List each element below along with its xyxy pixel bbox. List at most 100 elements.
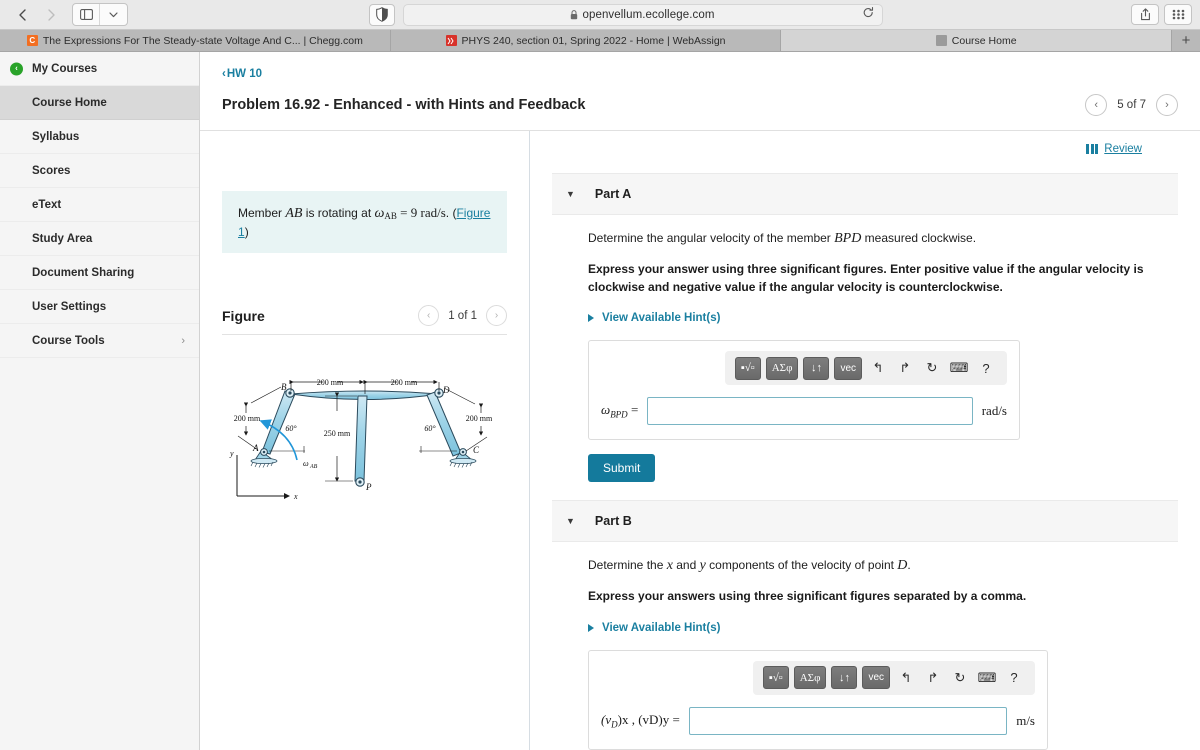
part-a-title: Part A bbox=[594, 187, 632, 201]
part-a-hints-toggle[interactable]: View Available Hint(s) bbox=[588, 312, 720, 324]
greek-symbols-button[interactable]: ΑΣφ bbox=[793, 666, 827, 690]
chevron-down-icon[interactable] bbox=[100, 4, 127, 25]
sidebar-item-etext[interactable]: eText bbox=[0, 188, 199, 222]
sidebar-item-course-home[interactable]: Course Home bbox=[0, 86, 199, 120]
figure-pager: ‹ 1 of 1 › bbox=[418, 305, 507, 327]
angle-left: 60° bbox=[285, 424, 297, 433]
question-symbol: BPD bbox=[834, 231, 862, 246]
sidebar-item-study-area[interactable]: Study Area bbox=[0, 222, 199, 256]
reset-button[interactable]: ↻ bbox=[921, 357, 943, 379]
omega-subscript: BPD bbox=[610, 409, 628, 420]
dim-top-right: 200 mm bbox=[390, 378, 417, 387]
math-template-button[interactable]: ▪√▫ bbox=[734, 356, 761, 380]
part-a-answer-input[interactable] bbox=[647, 397, 973, 426]
next-figure-button[interactable]: › bbox=[486, 305, 507, 327]
content-columns: Member AB is rotating at ωAB = 9 rad/s. … bbox=[200, 131, 1200, 750]
help-button[interactable]: ? bbox=[1003, 667, 1025, 689]
omega-ab-subscript: AB bbox=[309, 464, 318, 470]
share-icon[interactable] bbox=[1131, 4, 1159, 25]
page-title: Problem 16.92 - Enhanced - with Hints an… bbox=[222, 97, 586, 113]
greek-symbols-button[interactable]: ΑΣφ bbox=[765, 356, 799, 380]
keyboard-button[interactable]: ⌨ bbox=[948, 357, 970, 379]
angle-right: 60° bbox=[424, 424, 436, 433]
question-symbol-d: D bbox=[897, 558, 908, 574]
collapse-caret-icon[interactable]: ▼ bbox=[566, 189, 575, 199]
sidebar-item-label: Scores bbox=[32, 164, 71, 177]
undo-button[interactable]: ↰ bbox=[895, 667, 917, 689]
expand-triangle-icon bbox=[588, 314, 594, 323]
reset-button[interactable]: ↻ bbox=[949, 667, 971, 689]
tab-overview-icon[interactable] bbox=[1164, 4, 1192, 25]
keyboard-button[interactable]: ⌨ bbox=[976, 667, 998, 689]
breadcrumb-bar: ‹ HW 10 bbox=[200, 52, 1200, 82]
problem-statement: Member AB is rotating at ωAB = 9 rad/s. … bbox=[222, 191, 507, 254]
sidebar-item-label: Syllabus bbox=[32, 130, 80, 143]
sort-order-button[interactable]: ↓↑ bbox=[831, 666, 858, 690]
prev-figure-button[interactable]: ‹ bbox=[418, 305, 440, 327]
tab-title: PHYS 240, section 01, Spring 2022 - Home… bbox=[461, 34, 726, 47]
sidebar-toggle-icon[interactable] bbox=[73, 4, 100, 25]
sort-order-button[interactable]: ↓↑ bbox=[803, 356, 830, 380]
part-a-submit-button[interactable]: Submit bbox=[588, 454, 656, 483]
sidebar-item-label: Study Area bbox=[32, 232, 93, 245]
omega-symbol: ω bbox=[374, 206, 385, 221]
address-bar[interactable]: openvellum.ecollege.com bbox=[402, 3, 883, 26]
vector-button[interactable]: vec bbox=[862, 666, 890, 690]
hints-label: View Available Hint(s) bbox=[602, 621, 721, 634]
browser-tab-chegg[interactable]: C The Expressions For The Steady-state V… bbox=[0, 30, 391, 51]
problem-text-mid: is rotating at bbox=[302, 206, 375, 220]
browser-tab-webassign[interactable]: PHYS 240, section 01, Spring 2022 - Home… bbox=[390, 30, 782, 51]
part-a-math-toolbar: ▪√▫ ΑΣφ ↓↑ vec ↰ ↱ ↻ ⌨ ? bbox=[724, 351, 1007, 386]
review-link[interactable]: Review bbox=[1086, 143, 1142, 155]
collapse-caret-icon[interactable]: ▼ bbox=[566, 516, 575, 526]
help-button[interactable]: ? bbox=[975, 357, 997, 379]
dim-right-arm: 200 mm bbox=[465, 414, 492, 423]
part-a-header[interactable]: ▼ Part A bbox=[552, 173, 1178, 215]
privacy-shield-icon[interactable] bbox=[368, 3, 395, 26]
prev-problem-button[interactable]: ‹ bbox=[1085, 94, 1108, 116]
question-lead: Determine the bbox=[588, 558, 667, 573]
nav-buttons bbox=[8, 4, 66, 25]
hints-label: View Available Hint(s) bbox=[602, 312, 721, 325]
sidebar-item-my-courses[interactable]: ‹ My Courses bbox=[0, 52, 199, 86]
breadcrumb-hw-link[interactable]: ‹ HW 10 bbox=[222, 68, 262, 80]
answer-right-column: Review ▼ Part A Determine the angular ve… bbox=[530, 131, 1200, 750]
browser-tab-course-home[interactable]: Course Home bbox=[781, 30, 1173, 51]
undo-button[interactable]: ↰ bbox=[867, 357, 889, 379]
redo-button[interactable]: ↱ bbox=[922, 667, 944, 689]
part-b-hints-toggle[interactable]: View Available Hint(s) bbox=[588, 622, 720, 634]
sidebar-item-course-tools[interactable]: Course Tools › bbox=[0, 324, 199, 358]
sidebar-item-user-settings[interactable]: User Settings bbox=[0, 290, 199, 324]
back-circle-icon: ‹ bbox=[10, 62, 23, 75]
back-arrow-icon[interactable] bbox=[8, 4, 36, 25]
next-problem-button[interactable]: › bbox=[1156, 94, 1178, 116]
part-b-answer-input[interactable] bbox=[688, 706, 1008, 735]
sidebar-item-syllabus[interactable]: Syllabus bbox=[0, 120, 199, 154]
omega-subscript: AB bbox=[384, 211, 397, 221]
figure-title: Figure bbox=[222, 307, 265, 324]
vector-button[interactable]: vec bbox=[834, 356, 862, 380]
figure-image-container[interactable]: 200 mm 200 mm 200 mm 200 mm 250 mm 60° 6… bbox=[222, 335, 507, 508]
math-template-button[interactable]: ▪√▫ bbox=[762, 666, 789, 690]
review-book-icon bbox=[1086, 144, 1099, 154]
axis-x-label: x bbox=[293, 492, 298, 501]
expand-triangle-icon bbox=[588, 623, 594, 632]
reload-icon[interactable] bbox=[863, 6, 874, 24]
course-home-favicon-icon bbox=[935, 35, 947, 46]
part-b-math-toolbar: ▪√▫ ΑΣφ ↓↑ vec ↰ ↱ ↻ ⌨ ? bbox=[752, 660, 1035, 695]
label-D: D bbox=[442, 385, 450, 395]
part-b-header[interactable]: ▼ Part B bbox=[552, 500, 1178, 543]
question-tail: measured clockwise. bbox=[861, 231, 977, 245]
chegg-favicon-icon: C bbox=[26, 35, 38, 46]
omega-ab-label: ω bbox=[303, 459, 309, 468]
part-a-unit: rad/s bbox=[981, 403, 1007, 419]
question-mid2: components of the velocity of point bbox=[705, 558, 898, 573]
forward-arrow-icon[interactable] bbox=[38, 4, 66, 25]
part-b-unit: m/s bbox=[1016, 712, 1035, 728]
sidebar-item-scores[interactable]: Scores bbox=[0, 154, 199, 188]
new-tab-button[interactable]: + bbox=[1172, 30, 1200, 51]
part-a-answer-box: ▪√▫ ΑΣφ ↓↑ vec ↰ ↱ ↻ ⌨ ? ωBPD = rad/s bbox=[588, 340, 1020, 441]
sidebar-item-document-sharing[interactable]: Document Sharing bbox=[0, 256, 199, 290]
sidebar-toggle-group[interactable] bbox=[72, 3, 128, 26]
redo-button[interactable]: ↱ bbox=[894, 357, 916, 379]
